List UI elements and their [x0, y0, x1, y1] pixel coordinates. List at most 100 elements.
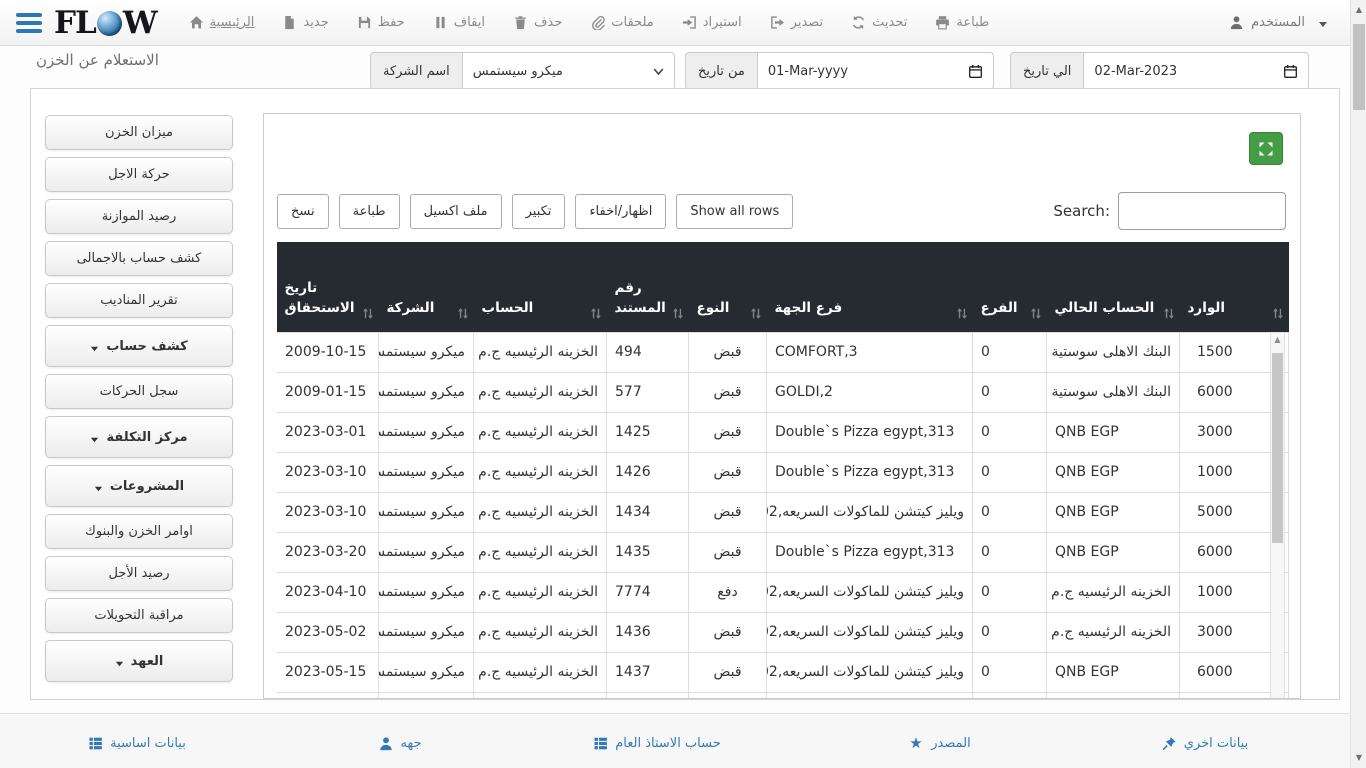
table-cell: 2023-05-15	[277, 651, 379, 693]
column-header-2[interactable]: الفرع	[972, 242, 1047, 332]
table-scrollbar[interactable]: ▲	[1270, 332, 1285, 698]
sidebar-item-5[interactable]: كشف حساب	[45, 325, 233, 367]
table-cell: الخزينه الرئيسيه ج.م	[473, 371, 607, 413]
nav-item-file[interactable]: جديد	[268, 0, 342, 46]
sidebar-item-8[interactable]: المشروعات	[45, 465, 233, 507]
nav-item-save[interactable]: حفظ	[343, 0, 419, 46]
footer: بيانات اساسية جهه حساب الاستاذ العام ★ المصد…	[0, 713, 1366, 768]
table-row[interactable]: 5000 QNB EGP 0 ويليز كيتشن للماكولات السريع…	[277, 491, 1289, 533]
nav-item-pause[interactable]: ايقاف	[419, 0, 499, 46]
toolbar-button-3[interactable]: تكبير	[511, 193, 566, 229]
nav-item-delete[interactable]: حذف	[499, 0, 576, 46]
table-row[interactable]: 1500 البنك الاهلى سوستية 0 3,COMFORT قبض 494 ا…	[277, 331, 1289, 373]
table-row[interactable]: 3000 الخزينه الرئيسيه ج.م 0 ويليز كيتشن للم…	[277, 611, 1289, 653]
scroll-down-icon[interactable]: ▼	[1351, 750, 1366, 766]
table-cell: 0	[972, 411, 1047, 453]
calendar-icon[interactable]	[1283, 64, 1298, 79]
footer-link-0[interactable]: بيانات اساسية	[88, 736, 186, 751]
table-row-partial	[277, 691, 1289, 698]
table-cell: 0	[972, 651, 1047, 693]
table-cell: 2023-03-01	[277, 411, 379, 453]
toolbar-button-2[interactable]: ملف اكسيل	[409, 193, 502, 229]
page-scrollbar[interactable]: ▲ ▼	[1350, 0, 1366, 768]
table-row[interactable]: 6000 QNB EGP 0 313,Double`s Pizza egypt قبض 1…	[277, 531, 1289, 573]
sidebar-item-12[interactable]: العهد	[45, 640, 233, 682]
column-header-8[interactable]: تاريخ الاستحقاق	[277, 242, 379, 332]
menu-toggle-icon[interactable]	[16, 12, 42, 33]
toolbar-button-1[interactable]: طباعة	[338, 193, 400, 229]
toolbar-button-4[interactable]: اظهار/اخفاء	[575, 193, 667, 229]
table-row[interactable]: 6000 البنك الاهلى سوستية 0 2,GOLDI قبض 577 الخ…	[277, 371, 1289, 413]
attachments-icon	[590, 15, 606, 30]
brand-logo[interactable]: FL W	[54, 4, 158, 41]
table-row[interactable]: 3000 QNB EGP 0 313,Double`s Pizza egypt قبض 1…	[277, 411, 1289, 453]
nav-item-home[interactable]: الرئيسية	[175, 0, 269, 46]
scroll-up-icon[interactable]: ▲	[1271, 333, 1284, 347]
nav-item-print[interactable]: طباعة	[921, 0, 1003, 46]
calendar-icon[interactable]	[968, 64, 983, 79]
sidebar-item-label: كشف حساب بالاجمالى	[76, 251, 202, 266]
sidebar-item-0[interactable]: ميزان الخزن	[45, 115, 233, 150]
toolbar-button-0[interactable]: نسخ	[277, 193, 329, 229]
sidebar-item-11[interactable]: مراقبة التحويلات	[45, 598, 233, 633]
column-header-6[interactable]: الحساب	[473, 242, 607, 332]
footer-link-1[interactable]: جهه	[379, 736, 422, 751]
sidebar-item-7[interactable]: مركز التكلفة	[45, 416, 233, 458]
sidebar-item-2[interactable]: رصيد الموازنة	[45, 199, 233, 234]
save-icon	[357, 15, 372, 30]
to-date-label: الي تاريخ	[1010, 52, 1084, 90]
company-select-value: ميكرو سيستمس	[472, 63, 563, 79]
column-header-label: رقم المستند	[614, 280, 666, 317]
column-header-4[interactable]: النوع	[688, 242, 767, 332]
table-cell	[378, 691, 474, 698]
scroll-up-icon[interactable]: ▲	[1351, 2, 1366, 18]
sort-icon	[1271, 306, 1285, 321]
grid-icon	[88, 736, 103, 751]
table-cell: ميكرو سيستمس	[378, 571, 474, 613]
to-date-input[interactable]	[1094, 63, 1284, 79]
user-menu[interactable]: المستخدم	[1229, 15, 1356, 30]
sidebar-item-10[interactable]: رصيد الأجل	[45, 556, 233, 591]
brand-globe-icon	[96, 11, 122, 36]
column-header-1[interactable]: الحساب الحالي	[1046, 242, 1180, 332]
column-header-3[interactable]: فرع الجهة	[766, 242, 973, 332]
nav-item-import[interactable]: استيراد	[668, 0, 756, 46]
sidebar-item-6[interactable]: سجل الحركات	[45, 374, 233, 409]
footer-link-3[interactable]: ★ المصدر	[909, 736, 970, 752]
table-cell: قبض	[688, 331, 767, 373]
table-row[interactable]: 6000 QNB EGP 0 ويليز كيتشن للماكولات السريع…	[277, 651, 1289, 693]
nav-item-refresh[interactable]: تحديث	[837, 0, 921, 46]
search-input[interactable]	[1118, 192, 1286, 230]
nav-item-export[interactable]: تصدير	[756, 0, 838, 46]
from-date-input[interactable]	[767, 63, 968, 79]
brand-text-right: W	[122, 4, 158, 41]
table-cell: قبض	[688, 611, 767, 653]
table-row[interactable]: 1000 QNB EGP 0 313,Double`s Pizza egypt قبض 1…	[277, 451, 1289, 493]
pin-icon	[1162, 736, 1177, 751]
column-header-5[interactable]: رقم المستند	[606, 242, 689, 332]
fullscreen-button[interactable]	[1249, 132, 1283, 165]
brand-text-left: FL	[54, 4, 97, 41]
company-select[interactable]: ميكرو سيستمس	[461, 52, 675, 90]
table-cell: قبض	[688, 491, 767, 533]
sidebar-item-3[interactable]: كشف حساب بالاجمالى	[45, 241, 233, 276]
column-header-0[interactable]: الوارد	[1179, 242, 1289, 332]
sidebar-item-1[interactable]: حركة الاجل	[45, 157, 233, 192]
table-cell: ويليز كيتشن للماكولات السريعه,202	[766, 571, 973, 613]
table-scrollbar-thumb[interactable]	[1272, 353, 1283, 543]
table-cell: الخزينه الرئيسيه ج.م	[473, 651, 607, 693]
table-row[interactable]: 1000 الخزينه الرئيسيه ج.م 0 ويليز كيتشن للم…	[277, 571, 1289, 613]
column-header-7[interactable]: الشركة	[378, 242, 474, 332]
sidebar-item-4[interactable]: تقرير المناديب	[45, 283, 233, 318]
page-scrollbar-thumb[interactable]	[1353, 24, 1365, 110]
table-cell: قبض	[688, 371, 767, 413]
file-icon	[282, 15, 297, 30]
footer-link-4[interactable]: بيانات اخري	[1162, 736, 1248, 751]
table-cell: ويليز كيتشن للماكولات السريعه,202	[766, 491, 973, 533]
nav-item-label: تحديث	[872, 15, 908, 30]
sidebar-item-9[interactable]: اوامر الخزن والبنوك	[45, 514, 233, 549]
nav-item-attachments[interactable]: ملحقات	[576, 0, 667, 46]
sort-icon	[456, 306, 470, 321]
footer-link-2[interactable]: حساب الاستاذ العام	[593, 736, 721, 751]
toolbar-button-5[interactable]: Show all rows	[676, 193, 794, 229]
